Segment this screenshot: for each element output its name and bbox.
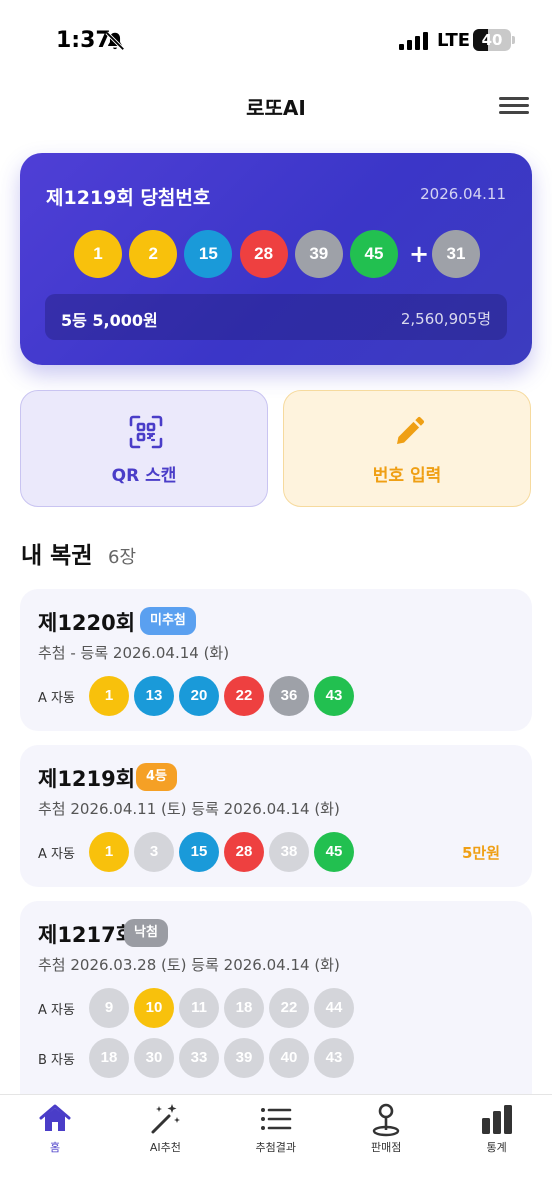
network-type: LTE (437, 30, 471, 51)
tab-list[interactable]: 추첨결과 (221, 1095, 331, 1165)
line-label: A 자동 (38, 691, 75, 706)
signal-icon (399, 32, 428, 50)
ticket-ball: 39 (224, 1038, 264, 1078)
ticket-ball: 1 (89, 676, 129, 716)
home-icon (39, 1104, 71, 1131)
map-pin-icon (372, 1103, 400, 1137)
ticket-ball: 33 (179, 1038, 219, 1078)
winning-ball: 28 (239, 230, 288, 278)
bell-off-icon (105, 31, 125, 51)
prize-summary: 5등 5,000원 2,560,905명 (45, 294, 507, 340)
tab-bar-chart[interactable]: 통계 (442, 1095, 552, 1165)
winning-ball: 45 (350, 230, 398, 278)
qr-scan-icon (129, 415, 163, 449)
ticket-ball: 44 (314, 988, 354, 1028)
ticket-ball: 43 (314, 1038, 354, 1078)
ticket-ball: 1 (89, 832, 129, 872)
ticket-line: A 자동 1 13 20 22 36 43 (38, 676, 518, 716)
my-tickets-title: 내 복권 (21, 543, 93, 569)
bar-chart-icon (481, 1105, 512, 1134)
ticket-line: B 자동 18 30 33 39 40 43 (38, 1038, 518, 1078)
winning-ball: 1 (74, 230, 122, 278)
menu-icon[interactable] (496, 94, 530, 116)
draw-title: 제1219회 당첨번호 (46, 187, 211, 209)
ticket-ball: 18 (89, 1038, 129, 1078)
ticket-status-badge: 미추첨 (140, 607, 196, 635)
status-time: 1:37 (56, 28, 111, 53)
ticket-line: A 자동 9 10 11 18 22 44 (38, 988, 518, 1028)
ticket-ball: 28 (224, 832, 264, 872)
line-label: A 자동 (38, 847, 75, 862)
ticket-ball: 38 (269, 832, 309, 872)
tab-label: 판매점 (371, 1141, 402, 1154)
status-bar: 1:37 LTE 40 (0, 0, 552, 80)
ticket-dates: 추첨 2026.04.11 (토) 등록 2026.04.14 (화) (38, 800, 340, 818)
pencil-icon (397, 417, 424, 444)
winning-numbers: 1 2 15 28 39 45 +31 (74, 230, 494, 278)
line-label: A 자동 (38, 1003, 75, 1018)
ticket-round: 제1220회 (38, 611, 136, 635)
ticket-round: 제1217회 (38, 923, 136, 947)
ticket-ball: 36 (269, 676, 309, 716)
draw-date: 2026.04.11 (420, 185, 506, 203)
ticket-line: A 자동 1 3 15 28 38 45 5만원 (38, 832, 518, 872)
battery-percent: 40 (481, 31, 503, 49)
latest-draw-card[interactable]: 제1219회 당첨번호 2026.04.11 1 2 15 28 39 45 +31 5등 … (20, 153, 532, 365)
ticket-ball: 22 (224, 676, 264, 716)
ticket-round: 제1219회 (38, 767, 136, 791)
ticket-ball: 13 (134, 676, 174, 716)
ticket-status-badge: 4등 (136, 763, 178, 791)
ticket-prize: 5만원 (461, 844, 500, 862)
tab-home[interactable]: 홈 (0, 1095, 110, 1165)
tab-label: 추첨결과 (255, 1141, 297, 1154)
ticket-dates: 추첨 2026.03.28 (토) 등록 2026.04.14 (화) (38, 956, 340, 974)
ticket-ball: 3 (134, 832, 174, 872)
tab-label: 홈 (49, 1141, 61, 1154)
winning-ball: 15 (184, 230, 233, 278)
ticket-ball: 22 (269, 988, 309, 1028)
bottom-tab-bar: 홈 AI추천 추첨결과 판매점 통계 (0, 1094, 552, 1200)
tab-magic-wand[interactable]: AI추천 (110, 1095, 220, 1165)
ticket-ball: 45 (314, 832, 354, 872)
ticket-ball: 20 (179, 676, 219, 716)
line-label: B 자동 (38, 1053, 75, 1068)
ticket-ball: 11 (179, 988, 219, 1028)
app-title: 로또AI (246, 96, 306, 120)
ticket-dates: 추첨 - 등록 2026.04.14 (화) (38, 644, 230, 662)
ticket-ball: 43 (314, 676, 354, 716)
ticket-card[interactable]: 제1219회 4등추첨 2026.04.11 (토) 등록 2026.04.14 … (20, 745, 532, 887)
magic-wand-icon (151, 1104, 181, 1134)
my-tickets-count: 6장 (108, 547, 137, 568)
ticket-card[interactable]: 제1220회 미추첨추첨 - 등록 2026.04.14 (화) A 자동 1 13 20… (20, 589, 532, 731)
winner-count: 2,560,905명 (400, 310, 491, 328)
winning-ball: 2 (129, 230, 178, 278)
bonus-ball: 31 (432, 230, 480, 278)
bonus-plus-sign: + (409, 240, 430, 268)
prize-label: 5등 5,000원 (61, 311, 158, 330)
ticket-ball: 30 (134, 1038, 174, 1078)
ticket-ball: 40 (269, 1038, 309, 1078)
ticket-status-badge: 낙첨 (124, 919, 168, 947)
tab-label: AI추천 (149, 1141, 181, 1154)
ticket-ball: 10 (134, 988, 174, 1028)
number-input-label: 번호 입력 (372, 466, 442, 486)
qr-scan-button[interactable]: QR 스캔 (20, 390, 268, 507)
tab-label: 통계 (486, 1141, 507, 1154)
ticket-ball: 15 (179, 832, 219, 872)
qr-scan-label: QR 스캔 (111, 466, 177, 486)
ticket-ball: 18 (224, 988, 264, 1028)
battery-icon: 40 (473, 29, 515, 51)
ticket-ball: 9 (89, 988, 129, 1028)
winning-ball: 39 (294, 230, 343, 278)
list-icon (260, 1108, 292, 1130)
tab-map-pin[interactable]: 판매점 (331, 1095, 441, 1165)
number-input-button[interactable]: 번호 입력 (283, 390, 531, 507)
